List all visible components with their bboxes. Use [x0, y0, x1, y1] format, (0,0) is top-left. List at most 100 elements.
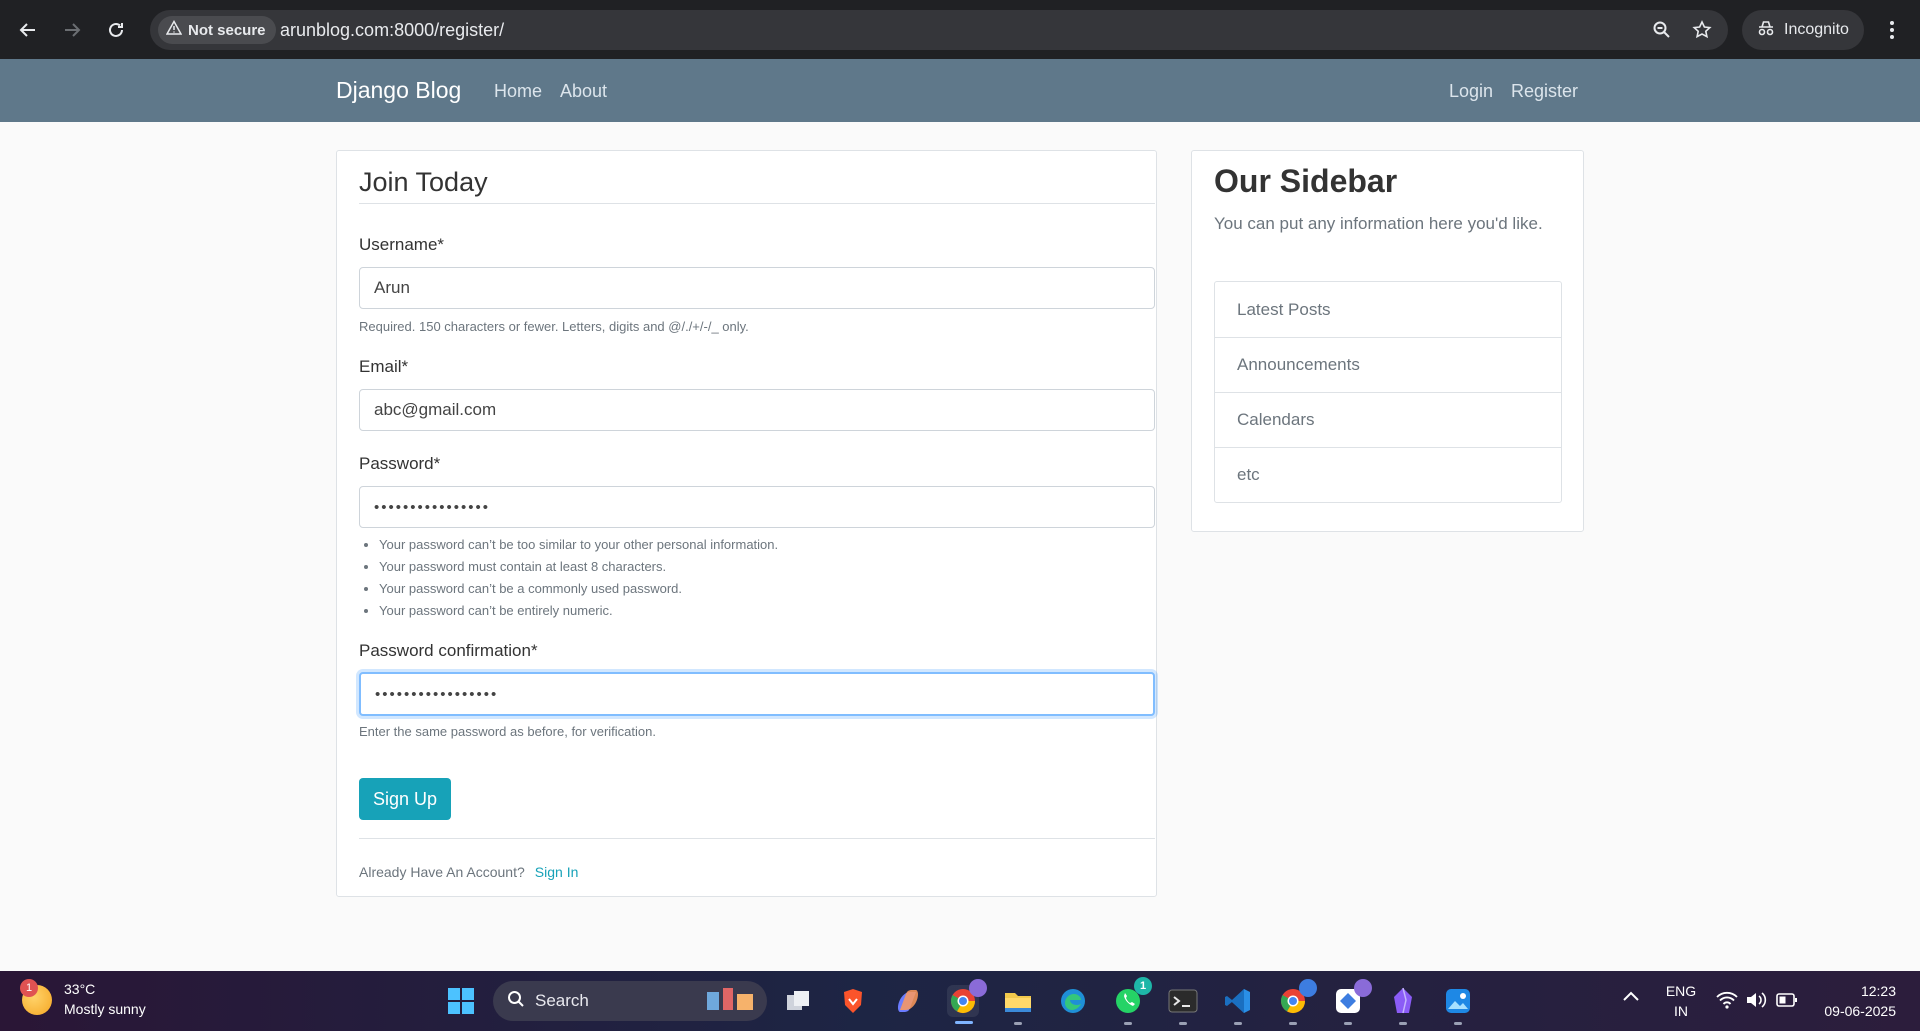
account-prompt-text: Already Have An Account? [359, 864, 525, 880]
extension-app-icon[interactable] [1332, 979, 1372, 1017]
menu-dots-icon[interactable] [1880, 14, 1904, 46]
password-confirmation-label: Password confirmation* [359, 641, 538, 660]
whatsapp-badge: 1 [1134, 977, 1152, 995]
weather-badge: 1 [20, 979, 38, 997]
nav-about-link[interactable]: About [560, 81, 607, 102]
running-indicator [1179, 1022, 1187, 1025]
battery-icon[interactable] [1776, 992, 1798, 1011]
clock-time: 12:23 [1860, 983, 1896, 999]
chrome-icon[interactable] [947, 979, 987, 1017]
language-indicator[interactable]: ENG IN [1664, 981, 1698, 1021]
brand-link[interactable]: Django Blog [336, 77, 461, 104]
lang-top: ENG [1665, 983, 1697, 999]
search-highlight-icon [703, 984, 759, 1019]
sidebar-card: Our Sidebar You can put any information … [1191, 150, 1584, 532]
password-confirmation-value: ••••••••••••••••• [375, 685, 499, 703]
running-indicator [1454, 1022, 1462, 1025]
zoom-icon[interactable] [1650, 18, 1674, 42]
username-input[interactable]: Arun [359, 267, 1155, 309]
weather-desc: Mostly sunny [64, 1001, 146, 1017]
edge-icon[interactable] [1057, 985, 1089, 1017]
email-input[interactable]: abc@gmail.com [359, 389, 1155, 431]
nav-register-link[interactable]: Register [1511, 81, 1578, 102]
windows-start-icon[interactable] [445, 985, 477, 1017]
terminal-icon[interactable] [1167, 985, 1199, 1017]
forward-icon[interactable] [56, 14, 88, 46]
chevron-up-icon[interactable] [1622, 989, 1640, 1006]
incognito-indicator[interactable]: Incognito [1742, 10, 1864, 50]
warning-icon [165, 19, 183, 40]
username-value: Arun [374, 278, 410, 297]
reload-icon[interactable] [100, 14, 132, 46]
search-icon [507, 990, 525, 1013]
lang-bottom: IN [1674, 1003, 1688, 1019]
running-indicator [1234, 1022, 1242, 1025]
running-indicator [1344, 1022, 1352, 1025]
app-badge [1354, 979, 1372, 997]
incognito-label: Incognito [1784, 21, 1849, 38]
password-confirmation-input[interactable]: ••••••••••••••••• [359, 672, 1155, 716]
wifi-icon[interactable] [1716, 991, 1738, 1012]
sidebar-text: You can put any information here you'd l… [1214, 214, 1543, 233]
sidebar-title: Our Sidebar [1214, 163, 1398, 199]
nav-home-link[interactable]: Home [494, 81, 542, 102]
chrome-profile-icon[interactable] [1277, 979, 1317, 1017]
email-value: abc@gmail.com [374, 400, 497, 419]
site-navbar: Django Blog Home About Login Register [0, 59, 1920, 122]
username-label: Username* [359, 235, 445, 254]
taskbar-search[interactable]: Search [493, 981, 767, 1021]
password-input[interactable]: •••••••••••••••• [359, 486, 1155, 528]
weather-widget[interactable]: 1 33°C Mostly sunny [20, 979, 146, 1019]
nav-login-link[interactable]: Login [1449, 81, 1493, 102]
clock-date: 09-06-2025 [1824, 1003, 1896, 1019]
sidebar-item-announcements[interactable]: Announcements [1215, 337, 1561, 392]
incognito-icon [1756, 18, 1776, 43]
bookmark-star-icon[interactable] [1690, 18, 1714, 42]
brave-browser-icon[interactable] [837, 985, 869, 1017]
password-label: Password* [359, 454, 441, 473]
task-view-icon[interactable] [782, 985, 814, 1017]
account-prompt: Already Have An Account? Sign In [359, 864, 578, 880]
volume-icon[interactable] [1745, 991, 1767, 1012]
weather-temp: 33°C [64, 981, 96, 997]
legend-divider [359, 203, 1155, 204]
list-item: Your password must contain at least 8 ch… [379, 556, 778, 578]
profile-badge [1299, 979, 1317, 997]
list-item: Your password can’t be entirely numeric. [379, 600, 778, 622]
sidebar-list: Latest Posts Announcements Calendars etc [1214, 281, 1562, 503]
sign-up-button[interactable]: Sign Up [359, 778, 451, 820]
running-indicator [1399, 1022, 1407, 1025]
email-label: Email* [359, 357, 409, 376]
chrome-profile-badge [969, 979, 987, 997]
running-indicator [1289, 1022, 1297, 1025]
copilot-icon[interactable] [892, 985, 924, 1017]
url-text[interactable]: arunblog.com:8000/register/ [280, 20, 504, 41]
whatsapp-icon[interactable]: 1 [1112, 977, 1152, 1017]
sidebar-item-calendars[interactable]: Calendars [1215, 392, 1561, 447]
sun-icon: 1 [20, 979, 52, 1015]
back-icon[interactable] [12, 14, 44, 46]
obsidian-icon[interactable] [1387, 985, 1419, 1017]
taskbar: 1 33°C Mostly sunny Search 1 ENG IN 12:2… [0, 971, 1920, 1031]
file-explorer-icon[interactable] [1002, 985, 1034, 1017]
search-label: Search [535, 991, 589, 1010]
vscode-icon[interactable] [1222, 985, 1254, 1017]
system-clock[interactable]: 12:23 09-06-2025 [1816, 981, 1896, 1021]
register-card: Join Today Username* Arun Required. 150 … [336, 150, 1157, 897]
list-item: Your password can’t be a commonly used p… [379, 578, 778, 600]
sign-in-link[interactable]: Sign In [535, 864, 579, 880]
password-value: •••••••••••••••• [374, 498, 491, 516]
password-help-list: Your password can’t be too similar to yo… [359, 534, 778, 622]
username-help: Required. 150 characters or fewer. Lette… [359, 319, 749, 334]
browser-toolbar: Not secure arunblog.com:8000/register/ I… [0, 0, 1920, 59]
sidebar-item-etc[interactable]: etc [1215, 447, 1561, 502]
running-indicator [1124, 1022, 1132, 1025]
photos-icon[interactable] [1442, 985, 1474, 1017]
password-confirmation-help: Enter the same password as before, for v… [359, 724, 656, 739]
form-legend: Join Today [359, 167, 488, 197]
security-label: Not secure [188, 21, 266, 39]
address-bar[interactable]: Not secure arunblog.com:8000/register/ [150, 10, 1728, 50]
running-indicator [1014, 1022, 1022, 1025]
sidebar-item-latest-posts[interactable]: Latest Posts [1215, 282, 1561, 337]
security-chip[interactable]: Not secure [158, 16, 276, 44]
